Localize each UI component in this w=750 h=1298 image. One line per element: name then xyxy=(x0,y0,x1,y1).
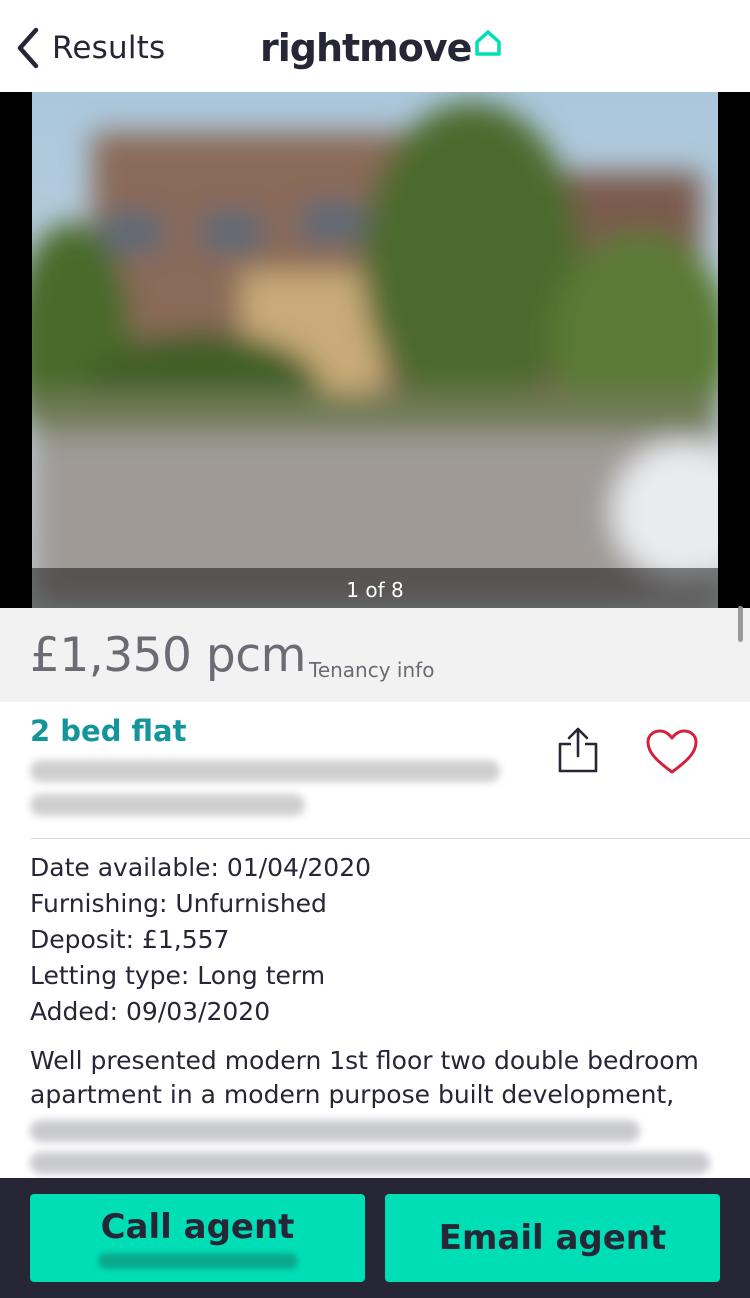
price-section: £1,350 pcm Tenancy info xyxy=(0,608,750,702)
address-line-2-redacted xyxy=(30,794,305,816)
share-icon[interactable] xyxy=(556,726,600,774)
property-title: 2 bed flat xyxy=(30,714,187,748)
address-redacted xyxy=(30,760,510,820)
top-navigation-bar: Results rightmove xyxy=(0,0,750,92)
tenancy-info-link[interactable]: Tenancy info xyxy=(309,658,434,682)
fact-furnishing: Furnishing: Unfurnished xyxy=(30,889,327,918)
description-redacted xyxy=(30,1120,720,1176)
call-agent-label: Call agent xyxy=(100,1207,295,1247)
key-facts-list: Date available: 01/04/2020 Furnishing: U… xyxy=(30,850,371,1030)
fact-added-date: Added: 09/03/2020 xyxy=(30,997,271,1026)
chevron-left-icon xyxy=(17,27,39,69)
heart-icon[interactable] xyxy=(646,729,698,775)
rightmove-logo: rightmove xyxy=(260,24,503,72)
property-description: Well presented modern 1st floor two doub… xyxy=(30,1046,699,1109)
section-divider xyxy=(30,838,750,839)
address-line-1-redacted xyxy=(30,760,500,782)
phone-number-redacted xyxy=(97,1253,298,1269)
fact-date-available: Date available: 01/04/2020 xyxy=(30,853,372,882)
back-to-results-button[interactable]: Results xyxy=(14,26,165,70)
email-agent-button[interactable]: Email agent xyxy=(385,1194,720,1282)
back-label: Results xyxy=(52,30,166,66)
property-photo-image xyxy=(32,92,718,608)
scrollbar[interactable] xyxy=(738,606,743,642)
fact-deposit: Deposit: £1,557 xyxy=(30,925,230,954)
contact-action-bar: Call agent Email agent xyxy=(0,1178,750,1298)
description-line-redacted xyxy=(30,1120,640,1142)
logo-wordmark: rightmove xyxy=(260,26,472,70)
rent-price: £1,350 pcm xyxy=(30,628,306,683)
fact-letting-type: Letting type: Long term xyxy=(30,961,326,990)
photo-counter: 1 of 8 xyxy=(346,578,404,602)
house-outline-icon xyxy=(475,30,502,56)
call-agent-button[interactable]: Call agent xyxy=(30,1194,365,1282)
email-agent-label: Email agent xyxy=(438,1218,667,1258)
description-line-redacted xyxy=(30,1152,710,1174)
photo-gallery[interactable]: 1 of 8 xyxy=(0,92,750,608)
property-photo[interactable] xyxy=(32,92,718,608)
